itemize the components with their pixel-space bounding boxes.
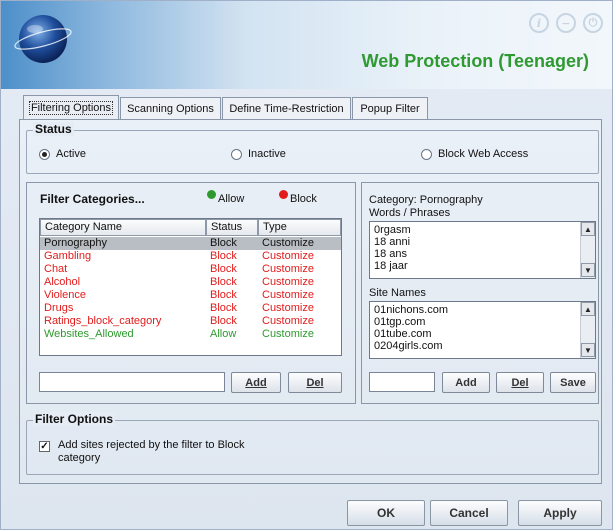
words-phrases-label: Words / Phrases [369, 207, 451, 219]
table-cell-status: Block [210, 276, 237, 288]
table-cell-name: Alcohol [44, 276, 81, 288]
table-cell-name: Pornography [44, 237, 107, 249]
table-cell-status: Block [210, 289, 237, 301]
table-cell-type: Customize [262, 289, 314, 301]
allow-legend: Allow [207, 190, 244, 205]
table-cell-status: Block [210, 237, 237, 249]
status-group: Status Active Inactive Block Web Access [26, 122, 599, 174]
cancel-button[interactable]: Cancel [430, 500, 508, 526]
table-row[interactable]: Violence Block Customize [40, 289, 341, 302]
list-item[interactable]: 01tube.com [374, 328, 431, 340]
table-cell-name: Drugs [44, 302, 74, 314]
table-row[interactable]: Ratings_block_category Block Customize [40, 315, 341, 328]
table-cell-name: Websites_Allowed [44, 328, 134, 340]
table-row[interactable]: Alcohol Block Customize [40, 276, 341, 289]
sites-scrollbar[interactable]: ▲ ▼ [580, 302, 595, 358]
table-cell-status: Block [210, 263, 237, 275]
list-item[interactable]: 01tgp.com [374, 316, 425, 328]
tab-filtering-options[interactable]: Filtering Options [23, 95, 119, 119]
window-title: Web Protection (Teenager) [361, 51, 589, 71]
power-icon[interactable]: ⏻ [583, 13, 603, 33]
globe-logo-icon [13, 9, 73, 69]
del-category-button[interactable]: Del [288, 372, 342, 393]
filter-categories-box: Filter Categories... Allow Block Categor… [26, 182, 356, 404]
apply-button[interactable]: Apply [518, 500, 602, 526]
table-cell-name: Ratings_block_category [44, 315, 162, 327]
category-name-input[interactable] [39, 372, 225, 392]
column-header-type[interactable]: Type [258, 219, 341, 236]
table-row[interactable]: Websites_Allowed Allow Customize [40, 328, 341, 341]
category-label: Category: Pornography [369, 194, 483, 206]
table-row[interactable]: Chat Block Customize [40, 263, 341, 276]
tab-define-time-restriction[interactable]: Define Time-Restriction [222, 97, 351, 119]
radio-active[interactable]: Active [39, 148, 86, 160]
table-cell-name: Chat [44, 263, 68, 275]
table-cell-type: Customize [262, 328, 314, 340]
categories-table: Category Name Status Type Pornography Blo… [39, 218, 342, 356]
add-word-button[interactable]: Add [442, 372, 490, 393]
scroll-down-icon[interactable]: ▼ [581, 343, 595, 357]
window-controls: i − ⏻ [529, 13, 607, 35]
ok-button[interactable]: OK [347, 500, 425, 526]
radio-block-web-access-dot[interactable] [421, 148, 432, 160]
add-rejected-sites-label: Add sites rejected by the filter to Bloc… [58, 439, 245, 464]
table-cell-type: Customize [262, 302, 314, 314]
radio-inactive[interactable]: Inactive [231, 148, 286, 160]
block-legend: Block [279, 190, 317, 205]
category-details-box: Category: Pornography Words / Phrases 0r… [361, 182, 599, 404]
filter-options-group: Filter Options ✓ Add sites rejected by t… [26, 412, 599, 475]
column-header-status[interactable]: Status [206, 219, 258, 236]
table-cell-type: Customize [262, 237, 314, 249]
table-cell-status: Block [210, 250, 237, 262]
status-legend: Status [33, 122, 74, 136]
window-header: i − ⏻ Web Protection (Teenager) [1, 1, 612, 89]
table-cell-status: Block [210, 315, 237, 327]
radio-active-dot[interactable] [39, 148, 50, 160]
radio-inactive-dot[interactable] [231, 148, 242, 160]
list-item[interactable]: 18 anni [374, 236, 410, 248]
filtering-options-panel: Status Active Inactive Block Web Access … [19, 119, 602, 484]
filter-categories-title: Filter Categories... [40, 192, 145, 206]
del-word-button[interactable]: Del [496, 372, 544, 393]
table-row[interactable]: Drugs Block Customize [40, 302, 341, 315]
radio-block-web-access[interactable]: Block Web Access [421, 148, 528, 160]
list-item[interactable]: 18 ans [374, 248, 407, 260]
add-category-button[interactable]: Add [231, 372, 281, 393]
table-cell-type: Customize [262, 263, 314, 275]
words-scrollbar[interactable]: ▲ ▼ [580, 222, 595, 278]
list-item[interactable]: 01nichons.com [374, 304, 448, 316]
list-item[interactable]: 0rgasm [374, 224, 411, 236]
table-cell-type: Customize [262, 276, 314, 288]
tab-popup-filter[interactable]: Popup Filter [352, 97, 428, 119]
table-cell-type: Customize [262, 315, 314, 327]
scroll-down-icon[interactable]: ▼ [581, 263, 595, 277]
save-button[interactable]: Save [550, 372, 596, 393]
info-icon[interactable]: i [529, 13, 549, 33]
block-dot-icon [279, 190, 288, 199]
table-cell-status: Allow [210, 328, 237, 340]
tab-scanning-options[interactable]: Scanning Options [120, 97, 221, 119]
table-cell-name: Violence [44, 289, 86, 301]
filter-options-legend: Filter Options [33, 412, 115, 426]
minimize-icon[interactable]: − [556, 13, 576, 33]
table-cell-type: Customize [262, 250, 314, 262]
add-rejected-sites-checkbox[interactable]: ✓ [39, 441, 50, 452]
table-row[interactable]: Pornography Block Customize [40, 237, 341, 250]
list-item[interactable]: 0204girls.com [374, 340, 442, 352]
allow-dot-icon [207, 190, 216, 199]
scroll-up-icon[interactable]: ▲ [581, 222, 595, 236]
site-names-list[interactable]: 01nichons.com 01tgp.com 01tube.com 0204girl… [369, 301, 596, 359]
site-names-label: Site Names [369, 287, 426, 299]
word-site-input[interactable] [369, 372, 435, 392]
table-row[interactable]: Gambling Block Customize [40, 250, 341, 263]
words-phrases-list[interactable]: 0rgasm 18 anni 18 ans 18 jaar ▲ ▼ [369, 221, 596, 279]
list-item[interactable]: 18 jaar [374, 260, 408, 272]
web-protection-window: i − ⏻ Web Protection (Teenager) Filterin… [0, 0, 613, 530]
column-header-category-name[interactable]: Category Name [40, 219, 206, 236]
table-cell-name: Gambling [44, 250, 92, 262]
table-cell-status: Block [210, 302, 237, 314]
scroll-up-icon[interactable]: ▲ [581, 302, 595, 316]
